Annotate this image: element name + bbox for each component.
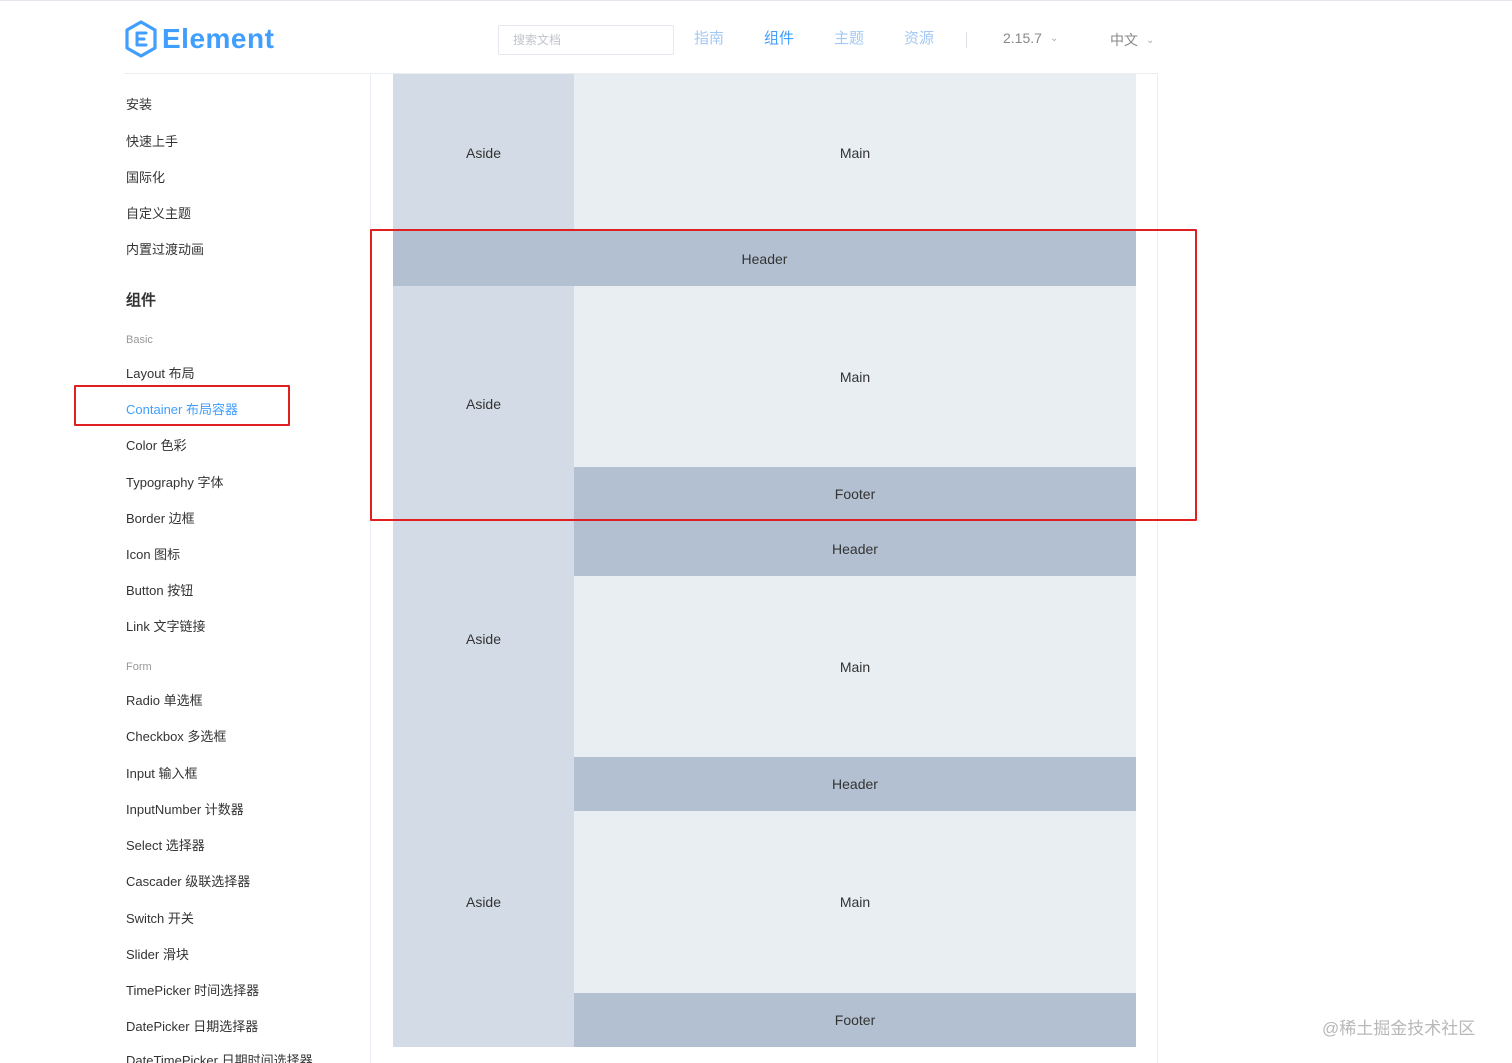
demo-main: Main	[574, 576, 1136, 757]
logo[interactable]: Element	[124, 19, 274, 59]
demo-header: Header	[574, 521, 1136, 576]
chevron-down-icon: ⌄	[1049, 33, 1059, 44]
language-label: 中文	[1110, 32, 1138, 48]
demo-main: Main	[574, 811, 1136, 993]
top-nav: 指南 组件 主题 资源	[694, 3, 974, 75]
watermark: @稀土掘金技术社区	[1322, 1019, 1476, 1038]
nav-guide[interactable]: 指南	[694, 3, 724, 75]
demo-main-label: Main	[839, 658, 871, 675]
demo-main-label: Main	[839, 894, 871, 910]
demo-aside: Aside	[393, 757, 574, 1047]
sidebar-item-select[interactable]: Select 选择器	[126, 835, 205, 854]
sidebar-item-i18n[interactable]: 国际化	[126, 167, 165, 186]
sidebar-item-transition[interactable]: 内置过渡动画	[126, 239, 204, 258]
sidebar-item-input[interactable]: Input 输入框	[126, 763, 198, 782]
sidebar-item-radio[interactable]: Radio 单选框	[126, 690, 203, 709]
sidebar-item-cascader[interactable]: Cascader 级联选择器	[126, 871, 250, 890]
version-select[interactable]: 2.15.7 ⌄	[1003, 30, 1058, 46]
demo-footer-label: Footer	[834, 1012, 876, 1028]
nav-resources[interactable]: 资源	[904, 3, 934, 75]
sidebar-item-datepicker[interactable]: DatePicker 日期选择器	[126, 1016, 258, 1035]
demo-footer: Footer	[574, 993, 1136, 1047]
nav-components[interactable]: 组件	[764, 3, 795, 75]
sidebar-item-checkbox[interactable]: Checkbox 多选框	[126, 726, 226, 745]
version-label: 2.15.7	[1003, 30, 1042, 46]
demo-main: Main	[574, 74, 1136, 231]
sidebar-item-button[interactable]: Button 按钮	[126, 580, 193, 599]
demo-aside-label: Aside	[465, 894, 502, 910]
sidebar-item-typography[interactable]: Typography 字体	[126, 472, 224, 491]
demo-aside-label: Aside	[465, 144, 502, 161]
sidebar-item-layout[interactable]: Layout 布局	[126, 363, 195, 382]
sidebar-highlight-box	[74, 385, 290, 426]
demo-main-label: Main	[839, 144, 871, 161]
sidebar-group-basic: Basic	[126, 334, 153, 346]
demo-aside: Aside	[393, 74, 574, 231]
site-header: Element 指南 组件 主题 资源 2.15.7 ⌄ 中文 ⌄	[0, 3, 1512, 75]
logo-text: Element	[162, 23, 275, 54]
sidebar-item-datetimepicker[interactable]: DateTimePicker 日期时间选择器	[126, 1050, 313, 1063]
sidebar-item-inputnumber[interactable]: InputNumber 计数器	[126, 799, 244, 818]
sidebar-item-border[interactable]: Border 边框	[126, 508, 195, 527]
chevron-down-icon: ⌄	[1146, 35, 1155, 46]
sidebar-item-timepicker[interactable]: TimePicker 时间选择器	[126, 980, 259, 999]
demo-aside: Aside	[393, 521, 574, 757]
demo-header: Header	[574, 757, 1136, 811]
sidebar-item-custom-theme[interactable]: 自定义主题	[126, 203, 191, 222]
nav-divider	[966, 32, 967, 48]
language-select[interactable]: 中文 ⌄	[1110, 30, 1154, 50]
sidebar-item-installation[interactable]: 安装	[126, 94, 152, 113]
demo-header-label: Header	[832, 540, 878, 557]
sidebar: 安装 快速上手 国际化 自定义主题 内置过渡动画 组件 Basic Layout…	[0, 74, 370, 1063]
sidebar-section-components: 组件	[126, 292, 157, 309]
nav-theme[interactable]: 主题	[834, 3, 864, 75]
sidebar-group-form: Form	[126, 661, 152, 673]
demo-aside-label: Aside	[465, 631, 502, 647]
demo-header-label: Header	[832, 776, 878, 792]
sidebar-item-quickstart[interactable]: 快速上手	[126, 131, 178, 150]
demo-highlight-box	[370, 229, 1197, 521]
sidebar-item-color[interactable]: Color 色彩	[126, 435, 187, 454]
search-input[interactable]	[498, 25, 674, 55]
element-logo-icon	[125, 20, 157, 58]
sidebar-item-link[interactable]: Link 文字链接	[126, 616, 205, 635]
sidebar-item-slider[interactable]: Slider 滑块	[126, 944, 189, 963]
sidebar-item-icon[interactable]: Icon 图标	[126, 544, 180, 563]
sidebar-item-switch[interactable]: Switch 开关	[126, 908, 194, 927]
